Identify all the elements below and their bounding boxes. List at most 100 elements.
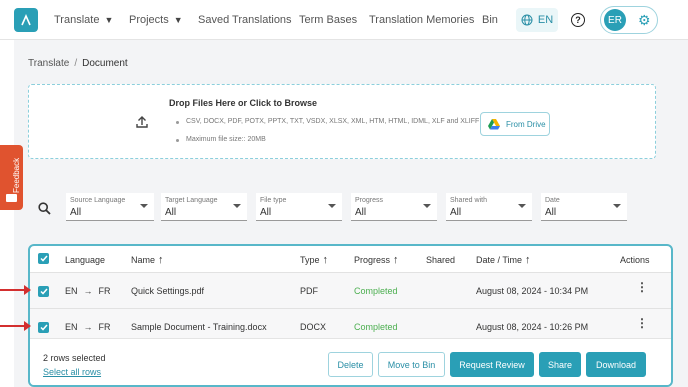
file-drop-zone[interactable]: Drop Files Here or Click to Browse CSV, …: [28, 84, 656, 159]
upload-icon: [136, 116, 148, 128]
max-file-size: Maximum file size:: 20MB: [186, 136, 266, 143]
dropdown-arrow-icon: [233, 204, 241, 208]
user-menu[interactable]: ER ⚙: [600, 6, 658, 34]
date-filter[interactable]: Date All: [541, 193, 627, 221]
supported-formats: CSV, DOCX, PDF, POTX, PPTX, TXT, VSDX, X…: [186, 118, 480, 125]
filter-label: Source Language: [70, 197, 126, 204]
breadcrumb-root[interactable]: Translate: [28, 58, 69, 69]
sort-arrow-icon: ↑: [158, 253, 164, 266]
google-drive-icon: [488, 118, 500, 129]
nav-projects[interactable]: Projects ▼: [129, 0, 183, 40]
filter-value: All: [545, 207, 557, 218]
shared-with-filter[interactable]: Shared with All: [446, 193, 532, 221]
bullet-icon: [176, 139, 179, 142]
sort-arrow-icon: ↑: [525, 253, 531, 266]
selection-action-bar: 2 rows selected Select all rows Delete M…: [30, 338, 671, 385]
target-language-filter[interactable]: Target Language All: [161, 193, 247, 221]
file-type-filter[interactable]: File type All: [256, 193, 342, 221]
nav-bin-label: Bin: [482, 14, 498, 26]
logo-icon: [21, 14, 31, 26]
feedback-icon: [6, 194, 17, 202]
table-row[interactable]: EN → FR Quick Settings.pdf PDF Completed A…: [30, 272, 671, 308]
filter-value: All: [70, 207, 82, 218]
column-header-date[interactable]: Date / Time ↑: [476, 246, 531, 273]
annotation-arrow: [0, 321, 31, 331]
document-name[interactable]: Sample Document - Training.docx: [131, 322, 267, 332]
more-actions-icon[interactable]: ⋮: [636, 281, 648, 293]
dropdown-arrow-icon: [140, 204, 148, 208]
row-checkbox[interactable]: [38, 286, 49, 297]
documents-table: Language Name ↑ Type ↑ Progress ↑ Shared Da…: [28, 244, 673, 387]
nav-term-bases[interactable]: Term Bases: [299, 0, 357, 40]
nav-translation-memories-label: Translation Memories: [369, 14, 475, 26]
filter-label: Progress: [355, 197, 384, 204]
feedback-label: Feedback: [12, 157, 21, 193]
help-icon[interactable]: ?: [571, 13, 585, 27]
arrow-right-icon: →: [83, 322, 93, 332]
chevron-down-icon: ▼: [104, 15, 114, 25]
progress-filter[interactable]: Progress All: [351, 193, 437, 221]
column-header-type[interactable]: Type ↑: [300, 246, 328, 273]
progress-status: Completed: [354, 286, 398, 296]
nav-translate[interactable]: Translate ▼: [54, 0, 113, 40]
chevron-down-icon: ▼: [173, 15, 183, 25]
column-header-actions: Actions: [620, 254, 650, 265]
language-code: EN: [537, 14, 554, 26]
sort-arrow-icon: ↑: [393, 253, 399, 266]
download-button[interactable]: Download: [586, 352, 646, 377]
top-navigation-bar: Translate ▼ Projects ▼ Saved Translations …: [0, 0, 688, 40]
breadcrumb-separator: /: [74, 58, 78, 69]
app-logo[interactable]: [14, 8, 38, 32]
progress-status: Completed: [354, 322, 398, 332]
filter-value: All: [355, 207, 367, 218]
date-time: August 08, 2024 - 10:34 PM: [476, 286, 589, 296]
feedback-tab[interactable]: Feedback: [0, 145, 23, 210]
nav-bin[interactable]: Bin: [482, 0, 498, 40]
column-header-name[interactable]: Name ↑: [131, 246, 164, 273]
language-pair: EN → FR: [65, 322, 111, 332]
column-header-language: Language: [65, 254, 106, 265]
avatar[interactable]: ER: [604, 9, 626, 31]
gear-icon[interactable]: ⚙: [638, 12, 651, 28]
sort-arrow-icon: ↑: [322, 253, 329, 266]
select-all-rows-link[interactable]: Select all rows: [43, 367, 101, 377]
drop-zone-title: Drop Files Here or Click to Browse: [169, 98, 318, 108]
dropdown-arrow-icon: [518, 204, 526, 208]
move-to-bin-button[interactable]: Move to Bin: [378, 352, 445, 377]
nav-term-bases-label: Term Bases: [299, 14, 358, 26]
language-pair: EN → FR: [65, 286, 111, 296]
request-review-button[interactable]: Request Review: [450, 352, 534, 377]
filter-value: All: [165, 207, 177, 218]
language-selector[interactable]: EN: [516, 8, 558, 32]
nav-translation-memories[interactable]: Translation Memories: [369, 0, 474, 40]
date-time: August 08, 2024 - 10:26 PM: [476, 322, 589, 332]
from-drive-button[interactable]: From Drive: [480, 112, 550, 136]
breadcrumb-current: Document: [82, 58, 128, 69]
column-header-progress[interactable]: Progress ↑: [354, 246, 399, 273]
source-language-filter[interactable]: Source Language All: [66, 193, 154, 221]
filter-value: All: [260, 207, 272, 218]
row-checkbox[interactable]: [38, 322, 49, 333]
dropdown-arrow-icon: [613, 204, 621, 208]
document-name[interactable]: Quick Settings.pdf: [131, 286, 204, 296]
nav-projects-label: Projects: [129, 14, 169, 26]
dropdown-arrow-icon: [328, 204, 336, 208]
filter-label: Shared with: [450, 197, 487, 204]
bullet-icon: [176, 121, 179, 124]
more-actions-icon[interactable]: ⋮: [636, 317, 648, 329]
share-button[interactable]: Share: [539, 352, 581, 377]
rows-selected-count: 2 rows selected: [43, 353, 106, 363]
document-type: DOCX: [300, 322, 327, 332]
nav-translate-label: Translate: [54, 14, 100, 26]
annotation-arrow: [0, 285, 31, 295]
nav-saved-translations[interactable]: Saved Translations: [198, 0, 292, 40]
filter-label: File type: [260, 197, 287, 204]
filter-value: All: [450, 207, 462, 218]
delete-button[interactable]: Delete: [328, 352, 373, 377]
select-all-checkbox[interactable]: [38, 253, 49, 264]
document-type: PDF: [300, 286, 318, 296]
breadcrumb: Translate / Document: [28, 58, 128, 69]
search-icon[interactable]: [30, 194, 58, 222]
filter-label: Date: [545, 197, 560, 204]
nav-saved-translations-label: Saved Translations: [198, 14, 292, 26]
